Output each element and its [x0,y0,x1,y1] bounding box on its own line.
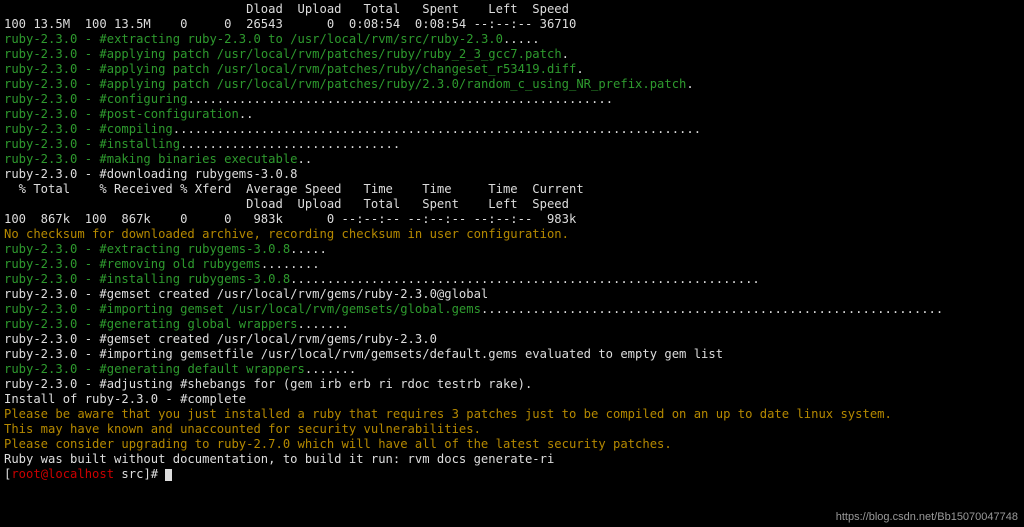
doc-hint: Ruby was built without documentation, to… [4,452,554,466]
adjusting-shebangs: ruby-2.3.0 - #adjusting #shebangs for (g… [4,377,532,391]
terminal-output: Dload Upload Total Spent Left Speed 100 … [0,0,1024,484]
importing-default-gemset: ruby-2.3.0 - #importing gemsetfile /usr/… [4,347,723,361]
removing-rubygems: #removing old rubygems [99,257,260,271]
warning-upgrade: Please consider upgrading to ruby-2.7.0 … [4,437,672,451]
progress-line: 100 13.5M 100 13.5M 0 0 26543 0 0:08:54 … [4,17,576,31]
extract-action: #extracting ruby-2.3.0 to /usr/local/rvm… [99,32,503,46]
cursor-block[interactable] [165,469,172,481]
making-binaries: #making binaries executable [99,152,297,166]
downloading-rubygems: ruby-2.3.0 - #downloading rubygems-3.0.8 [4,167,298,181]
importing-gemset: #importing gemset /usr/local/rvm/gemsets… [99,302,481,316]
warning-patches: Please be aware that you just installed … [4,407,892,421]
configuring: #configuring [99,92,187,106]
patch2: #applying patch /usr/local/rvm/patches/r… [99,62,576,76]
install-complete: Install of ruby-2.3.0 - #complete [4,392,253,406]
prompt-user: root@localhost [11,467,114,481]
generating-global-wrappers: #generating global wrappers [99,317,297,331]
installing-rubygems: #installing rubygems-3.0.8 [99,272,290,286]
gemset-global: ruby-2.3.0 - #gemset created /usr/local/… [4,287,488,301]
curl-progress: 100 867k 100 867k 0 0 983k 0 --:--:-- --… [4,212,576,226]
patch1: #applying patch /usr/local/rvm/patches/r… [99,47,561,61]
watermark: https://blog.csdn.net/Bb15070047748 [836,511,1018,523]
patch3: #applying patch /usr/local/rvm/patches/r… [99,77,686,91]
progress-header: Dload Upload Total Spent Left Speed [4,2,569,16]
compiling: #compiling [99,122,172,136]
curl-header-1: % Total % Received % Xferd Average Speed… [4,182,584,196]
gemset-local: ruby-2.3.0 - #gemset created /usr/local/… [4,332,437,346]
no-checksum-warning: No checksum for downloaded archive, reco… [4,227,569,241]
ruby-prefix: ruby-2.3.0 - [4,32,99,46]
post-configuration: #post-configuration [99,107,238,121]
installing: #installing [99,137,180,151]
extract-rubygems: #extracting rubygems-3.0.8 [99,242,290,256]
prompt-path: src [114,467,143,481]
warning-vuln: This may have known and unaccounted for … [4,422,481,436]
curl-header-2: Dload Upload Total Spent Left Speed [4,197,569,211]
generating-default-wrappers: #generating default wrappers [99,362,304,376]
